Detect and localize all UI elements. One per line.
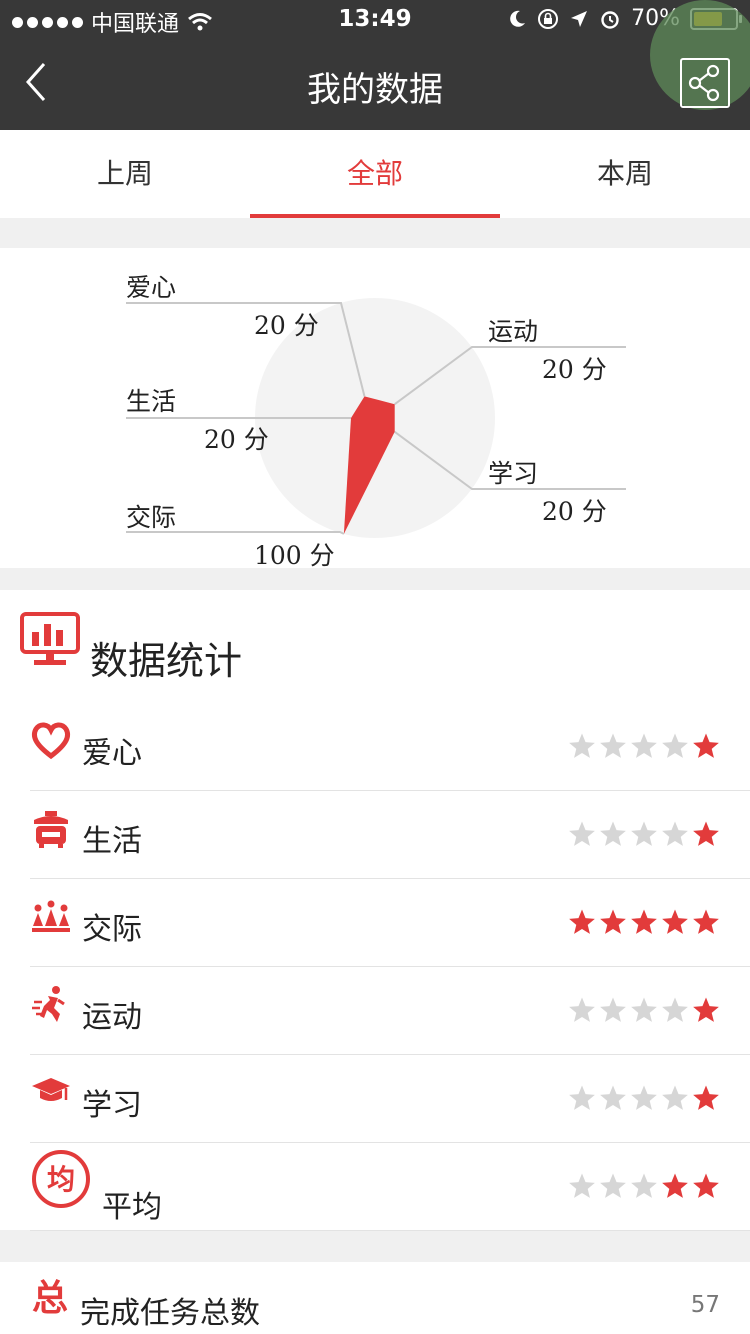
chart-label-aixin: 爱心 (126, 273, 177, 302)
tab-all[interactable]: 全部 (250, 130, 500, 218)
period-tabs: 上周 全部 本周 (0, 130, 750, 218)
chart-value-aixin: 20 分 (254, 311, 319, 340)
chart-value-shenghuo: 20 分 (204, 425, 269, 454)
star-empty-icon (600, 733, 626, 758)
graduation-cap-icon (32, 1078, 70, 1101)
star-empty-icon (600, 821, 626, 846)
stats-section: 数据统计 爱心 生活 交际 运动 学习 均 平均 (0, 590, 750, 1231)
stat-row-shenghuo: 生活 (30, 790, 750, 879)
star-empty-icon (569, 1173, 595, 1198)
stat-label: 交际 (82, 912, 142, 947)
stat-row-jiaoji: 交际 (30, 878, 750, 967)
stats-header (20, 612, 80, 668)
star-empty-icon (662, 997, 688, 1022)
star-filled-icon (662, 909, 688, 934)
chart-value-yundong: 20 分 (542, 355, 607, 384)
star-empty-icon (662, 733, 688, 758)
crowd-icon (32, 900, 70, 932)
star-empty-icon (631, 997, 657, 1022)
star-filled-icon (693, 733, 719, 758)
heart-icon (31, 722, 71, 760)
location-icon (571, 10, 588, 27)
total-badge-icon: 总 (32, 1278, 68, 1319)
star-filled-icon (693, 1085, 719, 1110)
chart-value-xuexi: 20 分 (542, 497, 607, 526)
moon-icon (510, 10, 526, 27)
star-filled-icon (693, 997, 719, 1022)
star-empty-icon (631, 821, 657, 846)
star-rating (568, 1172, 720, 1200)
stat-row-xuexi: 学习 (30, 1054, 750, 1143)
star-empty-icon (600, 997, 626, 1022)
total-badge-text: 总 (32, 1278, 68, 1319)
chart-value-jiaoji: 100 分 (254, 541, 335, 570)
tab-this-week[interactable]: 本周 (500, 130, 750, 218)
star-filled-icon (600, 909, 626, 934)
stats-title: 数据统计 (90, 639, 243, 683)
chart-label-xuexi: 学习 (488, 459, 539, 488)
star-empty-icon (569, 821, 595, 846)
star-rating (568, 996, 720, 1024)
star-empty-icon (631, 1173, 657, 1198)
top-bar: 中国联通 13:49 70% 我的数据 (0, 0, 750, 130)
share-icon (688, 64, 720, 102)
stat-label: 生活 (82, 824, 142, 859)
star-empty-icon (569, 1085, 595, 1110)
star-filled-icon (662, 1173, 688, 1198)
star-empty-icon (600, 1085, 626, 1110)
share-button[interactable] (680, 58, 730, 108)
alarm-icon (601, 10, 619, 29)
star-empty-icon (569, 733, 595, 758)
star-empty-icon (569, 997, 595, 1022)
star-rating (568, 732, 720, 760)
average-badge-icon: 均 (32, 1150, 90, 1208)
star-filled-icon (693, 821, 719, 846)
tab-last-week[interactable]: 上周 (0, 130, 250, 218)
stat-label: 爱心 (82, 736, 142, 771)
star-filled-icon (693, 1173, 719, 1198)
chart-label-jiaoji: 交际 (126, 503, 177, 532)
chart-label-shenghuo: 生活 (126, 387, 177, 416)
star-empty-icon (600, 1173, 626, 1198)
chart-label-yundong: 运动 (488, 317, 539, 346)
rotation-lock-icon (538, 8, 559, 29)
total-tasks-count: 57 (690, 1292, 720, 1318)
stat-label: 运动 (82, 1000, 142, 1035)
radar-chart: 爱心 20 分 生活 20 分 交际 100 分 运动 20 分 学习 20 分 (0, 248, 750, 570)
star-filled-icon (631, 909, 657, 934)
star-empty-icon (662, 821, 688, 846)
star-rating (568, 820, 720, 848)
total-tasks-label: 完成任务总数 (80, 1296, 260, 1331)
star-rating (568, 1084, 720, 1112)
status-bar: 中国联通 13:49 70% (0, 0, 750, 40)
star-rating (568, 908, 720, 936)
star-empty-icon (662, 1085, 688, 1110)
star-empty-icon (631, 1085, 657, 1110)
stat-label: 平均 (102, 1190, 162, 1225)
stat-row-yundong: 运动 (30, 966, 750, 1055)
stat-label: 学习 (82, 1088, 142, 1123)
average-badge-text: 均 (47, 1163, 75, 1196)
radar-chart-canvas (126, 298, 626, 538)
star-empty-icon (631, 733, 657, 758)
stat-row-pingjun: 均 平均 (30, 1142, 750, 1231)
total-tasks-row[interactable]: 总 完成任务总数 57 (0, 1262, 750, 1334)
monitor-chart-icon (20, 612, 80, 665)
runner-icon (32, 986, 65, 1022)
rice-cooker-icon (34, 811, 68, 848)
page-title: 我的数据 (307, 70, 443, 110)
stat-row-aixin: 爱心 (30, 702, 750, 791)
star-filled-icon (569, 909, 595, 934)
star-filled-icon (693, 909, 719, 934)
